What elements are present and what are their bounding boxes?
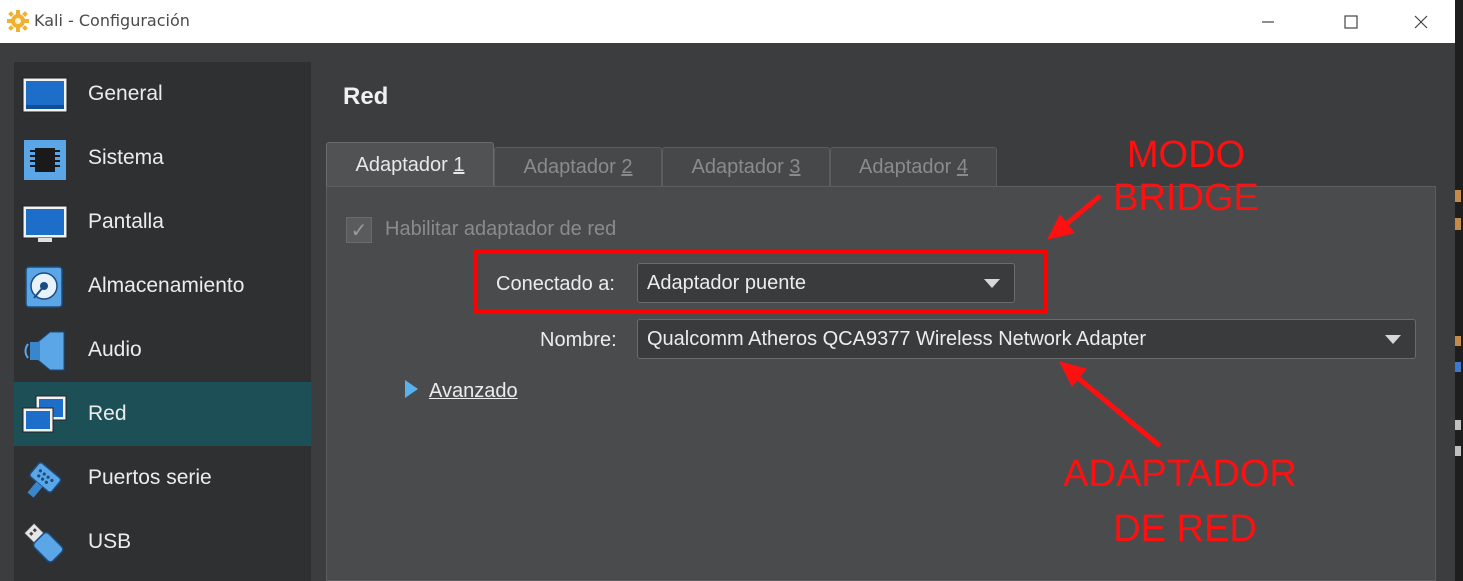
arrow-to-name [1059, 361, 1162, 448]
annotation-arrows [1047, 194, 1162, 448]
arrow-to-connected [1047, 194, 1102, 240]
